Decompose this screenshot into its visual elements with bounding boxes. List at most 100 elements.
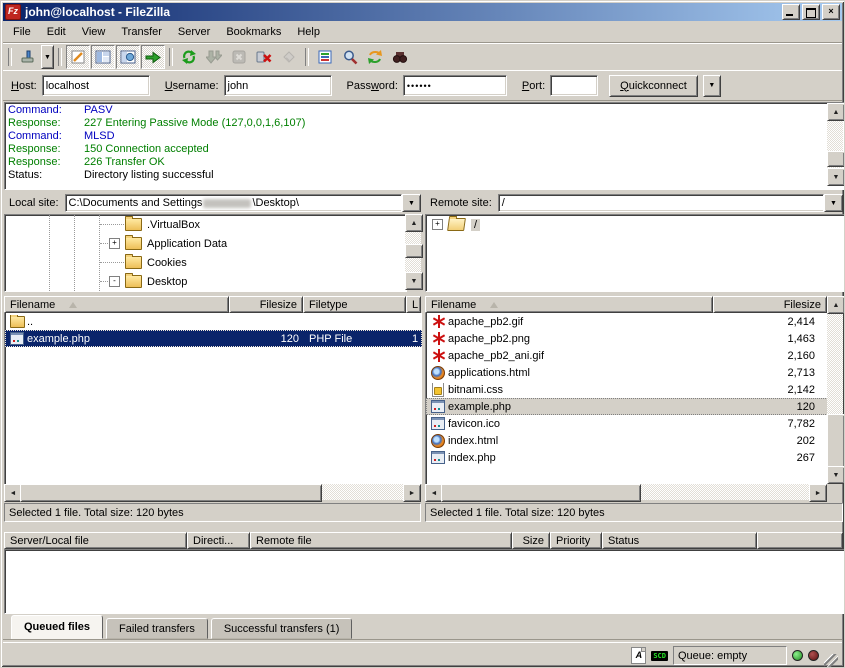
column-size[interactable]: Size [512,532,550,549]
expand-icon[interactable]: + [432,219,443,230]
file-row-selected[interactable]: example.php 120 [426,398,828,415]
scroll-thumb[interactable] [827,151,845,167]
scroll-right-icon[interactable]: ► [809,484,827,502]
minimize-button[interactable] [782,4,800,20]
tab-failed-transfers[interactable]: Failed transfers [106,618,208,639]
tree-item-desktop[interactable]: - Desktop [5,272,406,291]
toggle-remote-tree-icon[interactable] [116,45,140,69]
remote-site-combobox[interactable]: / ▼ [498,194,843,212]
column-server-local-file[interactable]: Server/Local file [4,532,187,549]
remote-list-hscrollbar[interactable]: ◄ ► [425,484,827,500]
password-input[interactable]: •••••• [403,75,507,96]
column-filename[interactable]: Filename [4,296,229,313]
scroll-right-icon[interactable]: ► [403,484,421,502]
close-button[interactable]: × [822,4,840,20]
column-filetype[interactable]: Filetype [303,296,406,313]
local-path-value[interactable]: C:\Documents and Settings\Desktop\ [65,194,402,212]
maximize-button[interactable] [802,4,820,20]
tree-item-cookies[interactable]: Cookies [5,253,406,272]
find-files-icon[interactable] [388,45,412,69]
log-scrollbar[interactable]: ▲ ▼ [827,103,843,186]
speed-limits-icon[interactable]: SCD [651,651,668,661]
remote-tree[interactable]: + / [425,214,845,292]
host-input[interactable]: localhost [42,75,150,96]
site-manager-dropdown-icon[interactable]: ▼ [41,45,54,69]
tree-item-virtualbox[interactable]: .VirtualBox [5,215,406,234]
file-row[interactable]: apache_pb2.gif 2,414 [426,313,828,330]
php-file-icon [431,400,445,414]
column-filesize[interactable]: Filesize [713,296,827,313]
local-tree[interactable]: .VirtualBox + Application Data Cookies -… [4,214,407,292]
resize-grip[interactable] [824,654,838,668]
directory-listing-filters-icon[interactable] [313,45,337,69]
column-remote-file[interactable]: Remote file [250,532,512,549]
file-row[interactable]: favicon.ico 7,782 [426,415,828,432]
quickconnect-dropdown-icon[interactable]: ▼ [703,75,721,97]
port-input[interactable] [550,75,598,96]
scroll-up-icon[interactable]: ▲ [827,103,845,121]
remote-path-value[interactable]: / [498,194,824,212]
tree-item-root[interactable]: + / [426,215,844,234]
scroll-thumb[interactable] [20,484,322,502]
column-lastmodified[interactable]: L [406,296,421,313]
process-queue-icon[interactable] [202,45,226,69]
combo-dropdown-icon[interactable]: ▼ [824,194,843,212]
menu-edit[interactable]: Edit [39,24,74,40]
column-filesize[interactable]: Filesize [229,296,303,313]
remote-file-list[interactable]: apache_pb2.gif 2,414 apache_pb2.png 1,46… [425,313,828,484]
menu-view[interactable]: View [74,24,114,40]
local-file-list[interactable]: .. example.php 120 PHP File 1 [4,313,422,484]
toggle-message-log-icon[interactable] [66,45,90,69]
tree-item-label: .VirtualBox [147,219,200,231]
file-row[interactable]: index.html 202 [426,432,828,449]
scroll-up-icon[interactable]: ▲ [405,214,423,232]
file-row[interactable]: bitnami.css 2,142 [426,381,828,398]
queue-body[interactable] [4,549,845,614]
menu-transfer[interactable]: Transfer [113,24,170,40]
scroll-thumb[interactable] [827,414,845,468]
tree-item-application-data[interactable]: + Application Data [5,234,406,253]
scroll-thumb[interactable] [405,244,423,258]
file-row[interactable]: apache_pb2.png 1,463 [426,330,828,347]
local-site-combobox[interactable]: C:\Documents and Settings\Desktop\ ▼ [65,194,421,212]
file-row-parent-dir[interactable]: .. [5,313,422,330]
menu-bookmarks[interactable]: Bookmarks [218,24,289,40]
expand-icon[interactable]: + [109,238,120,249]
refresh-icon[interactable] [177,45,201,69]
file-row[interactable]: apache_pb2_ani.gif 2,160 [426,347,828,364]
scroll-down-icon[interactable]: ▼ [405,272,423,290]
disconnect-icon[interactable] [252,45,276,69]
local-list-hscrollbar[interactable]: ◄ ► [4,484,421,500]
file-row-example-php[interactable]: example.php 120 PHP File 1 [5,330,422,347]
cancel-icon[interactable] [227,45,251,69]
column-status[interactable]: Status [602,532,757,549]
tab-successful-transfers[interactable]: Successful transfers (1) [211,618,353,639]
file-row[interactable]: index.php 267 [426,449,828,466]
toggle-transfer-queue-icon[interactable] [141,45,165,69]
username-input[interactable]: john [224,75,332,96]
reconnect-icon[interactable] [277,45,301,69]
local-tree-scrollbar[interactable]: ▲ ▼ [405,214,421,290]
tab-queued-files[interactable]: Queued files [11,615,103,639]
combo-dropdown-icon[interactable]: ▼ [402,194,421,212]
toggle-local-tree-icon[interactable] [91,45,115,69]
column-filename[interactable]: Filename [425,296,713,313]
title-bar[interactable]: Fz john@localhost - FileZilla × [3,3,842,21]
collapse-icon[interactable]: - [109,276,120,287]
remote-list-scrollbar[interactable]: ▲ ▼ [827,296,843,484]
menu-file[interactable]: File [5,24,39,40]
scroll-down-icon[interactable]: ▼ [827,466,845,484]
scroll-down-icon[interactable]: ▼ [827,168,845,186]
column-priority[interactable]: Priority [550,532,602,549]
ascii-datatype-icon[interactable]: A [631,647,646,664]
quickconnect-button[interactable]: Quickconnect [609,75,698,97]
directory-comparison-icon[interactable] [338,45,362,69]
file-row[interactable]: applications.html 2,713 [426,364,828,381]
synchronized-browsing-icon[interactable] [363,45,387,69]
column-direction[interactable]: Directi... [187,532,250,549]
scroll-thumb[interactable] [441,484,641,502]
menu-server[interactable]: Server [170,24,218,40]
scroll-up-icon[interactable]: ▲ [827,296,845,314]
site-manager-icon[interactable] [16,45,40,69]
menu-help[interactable]: Help [289,24,328,40]
